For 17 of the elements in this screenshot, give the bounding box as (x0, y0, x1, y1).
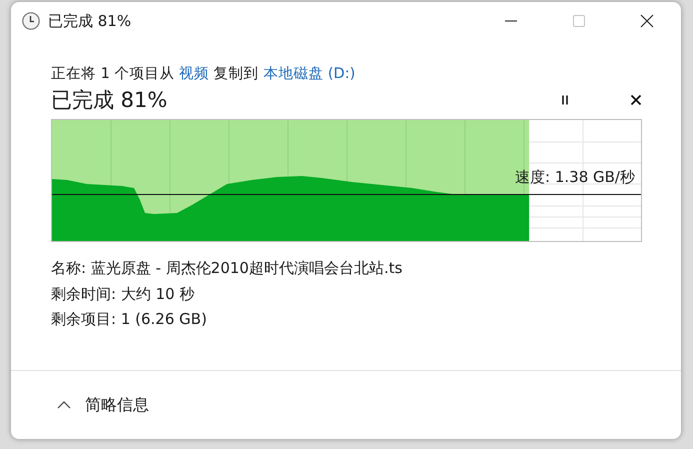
close-icon (640, 14, 654, 28)
detail-text: 名称: 蓝光原盘 - 周杰伦2010超时代演唱会台北站.ts (51, 258, 404, 279)
maximize-icon (572, 14, 586, 28)
speed-label: 速度: 1.38 GB/秒 (515, 168, 635, 187)
folder-link[interactable]: 视频 (179, 66, 210, 82)
detail-text: 剩余时间: 大约 10 秒 (51, 284, 196, 304)
copy-description: 正在将 1 个项目从 视频 复制到 本地磁盘 (D:) (51, 65, 356, 84)
pause-icon (559, 94, 571, 106)
close-icon (630, 94, 642, 106)
minimize-icon (505, 20, 517, 22)
fewer-details-button[interactable]: 简略信息 (55, 390, 151, 420)
folder-link[interactable]: 本地磁盘 (D:) (263, 66, 356, 82)
chevron-up-icon (57, 400, 71, 410)
clock-icon (22, 12, 40, 30)
window-title: 已完成 81% (48, 12, 132, 30)
detail-text: 剩余项目: 1 (6.26 GB) (51, 309, 208, 330)
progress-heading: 已完成 81% (51, 87, 168, 114)
